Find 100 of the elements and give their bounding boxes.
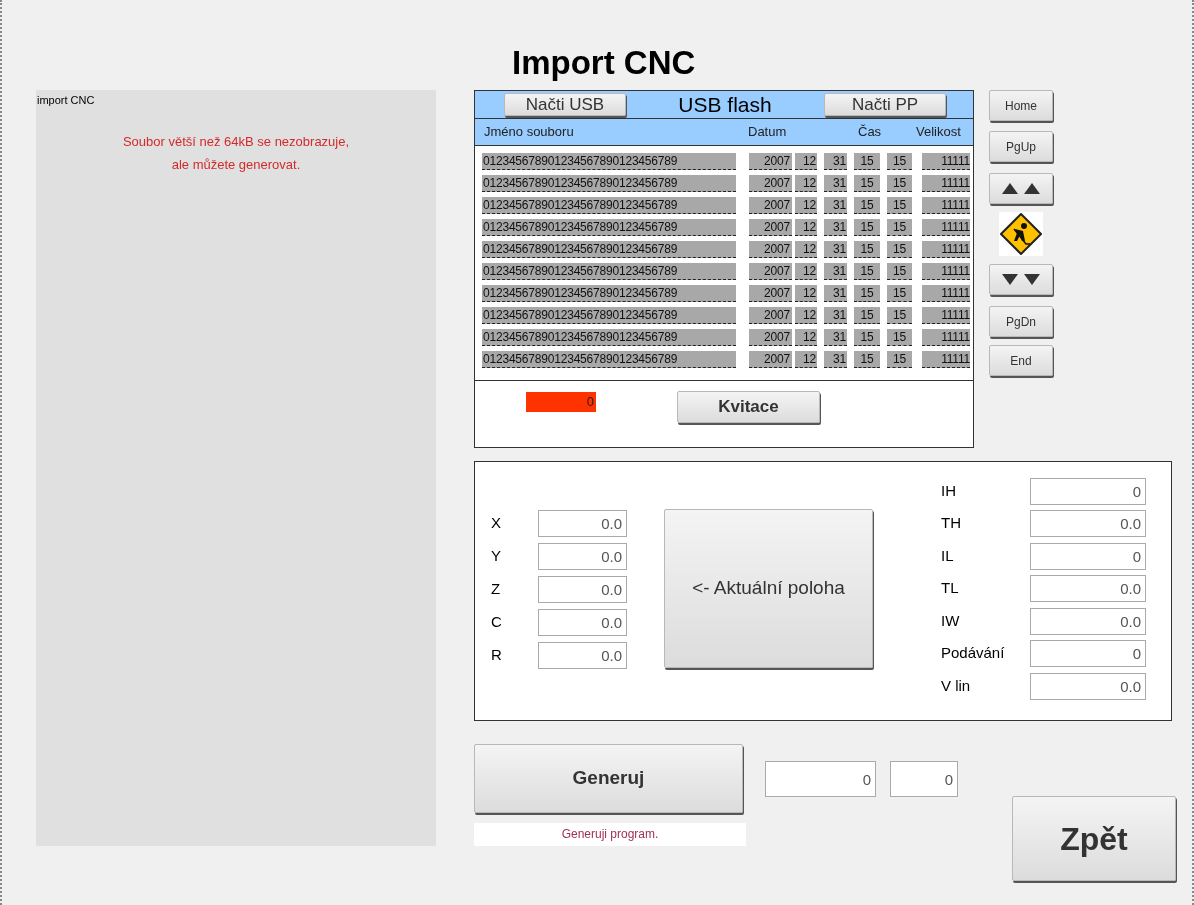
file-cell[interactable]: 11111	[922, 306, 970, 324]
file-cell[interactable]: 15	[887, 196, 912, 214]
file-cell[interactable]: 2007	[749, 152, 792, 170]
axis-label: Z	[491, 578, 502, 599]
file-cell[interactable]: 11111	[922, 284, 970, 302]
file-cell[interactable]: 2007	[749, 240, 792, 258]
input-field[interactable]: 0.0	[538, 641, 627, 669]
page-up-button[interactable]	[989, 173, 1053, 204]
nav-button[interactable]: PgDn	[989, 306, 1053, 337]
load-pp-button[interactable]: Načti PP	[824, 93, 946, 116]
file-cell[interactable]: 31	[824, 218, 847, 236]
file-cell[interactable]: 12	[795, 262, 817, 280]
file-cell[interactable]: 15	[854, 306, 880, 324]
file-cell[interactable]: 012345678901234567890123456789	[482, 350, 736, 368]
nav-button[interactable]: Home	[989, 90, 1053, 121]
file-cell[interactable]: 15	[854, 350, 880, 368]
input-field[interactable]: 0	[890, 761, 958, 797]
file-cell[interactable]: 012345678901234567890123456789	[482, 196, 736, 214]
file-cell[interactable]: 12	[795, 328, 817, 346]
file-cell[interactable]: 11111	[922, 350, 970, 368]
file-cell[interactable]: 31	[824, 174, 847, 192]
input-field[interactable]: 0	[1030, 640, 1146, 667]
generate-button[interactable]: Generuj	[474, 744, 743, 813]
file-cell[interactable]: 15	[854, 240, 880, 258]
file-cell[interactable]: 15	[887, 328, 912, 346]
file-cell[interactable]: 2007	[749, 262, 792, 280]
file-cell[interactable]: 2007	[749, 306, 792, 324]
file-cell[interactable]: 15	[854, 328, 880, 346]
file-cell[interactable]: 12	[795, 152, 817, 170]
file-cell[interactable]: 31	[824, 328, 847, 346]
file-cell[interactable]: 2007	[749, 174, 792, 192]
file-cell[interactable]: 15	[887, 152, 912, 170]
nav-button[interactable]: PgUp	[989, 131, 1053, 162]
input-field[interactable]: 0.0	[1030, 607, 1146, 635]
file-cell[interactable]: 15	[854, 174, 880, 192]
column-header: Datum	[748, 123, 788, 142]
file-cell[interactable]: 31	[824, 284, 847, 302]
file-cell[interactable]: 11111	[922, 328, 970, 346]
input-field[interactable]: 0.0	[538, 542, 627, 570]
file-cell[interactable]: 31	[824, 306, 847, 324]
file-cell[interactable]: 12	[795, 306, 817, 324]
page-down-button[interactable]	[989, 264, 1053, 295]
file-cell[interactable]: 12	[795, 174, 817, 192]
load-usb-button[interactable]: Načti USB	[504, 93, 626, 116]
file-cell[interactable]: 012345678901234567890123456789	[482, 218, 736, 236]
file-cell[interactable]: 15	[887, 262, 912, 280]
file-cell[interactable]: 12	[795, 240, 817, 258]
file-cell[interactable]: 31	[824, 152, 847, 170]
nav-button[interactable]: End	[989, 345, 1053, 376]
file-cell[interactable]: 012345678901234567890123456789	[482, 328, 736, 346]
file-cell[interactable]: 15	[887, 218, 912, 236]
parameter-label: IL	[941, 545, 955, 566]
input-field[interactable]: 0.0	[538, 509, 627, 537]
file-cell[interactable]: 11111	[922, 152, 970, 170]
file-cell[interactable]: 2007	[749, 284, 792, 302]
input-field[interactable]: 0.0	[1030, 672, 1146, 700]
file-cell[interactable]: 12	[795, 218, 817, 236]
file-cell[interactable]: 2007	[749, 218, 792, 236]
file-cell[interactable]: 11111	[922, 240, 970, 258]
file-cell[interactable]: 15	[854, 262, 880, 280]
back-button[interactable]: Zpět	[1012, 796, 1176, 881]
file-cell[interactable]: 2007	[749, 328, 792, 346]
file-cell[interactable]: 15	[887, 306, 912, 324]
input-field[interactable]: 0	[1030, 477, 1146, 505]
file-cell[interactable]: 11111	[922, 174, 970, 192]
file-cell[interactable]: 012345678901234567890123456789	[482, 284, 736, 302]
file-cell[interactable]: 31	[824, 350, 847, 368]
file-cell[interactable]: 11111	[922, 262, 970, 280]
file-cell[interactable]: 31	[824, 196, 847, 214]
file-cell[interactable]: 11111	[922, 218, 970, 236]
file-cell[interactable]: 15	[887, 350, 912, 368]
input-field[interactable]: 0.0	[1030, 575, 1146, 602]
input-field[interactable]: 0	[1030, 542, 1146, 570]
file-cell[interactable]: 012345678901234567890123456789	[482, 306, 736, 324]
file-cell[interactable]: 12	[795, 350, 817, 368]
file-cell[interactable]: 12	[795, 196, 817, 214]
file-cell[interactable]: 12	[795, 284, 817, 302]
file-cell[interactable]: 31	[824, 240, 847, 258]
file-cell[interactable]: 012345678901234567890123456789	[482, 152, 736, 170]
up-triangle-icon	[1002, 183, 1018, 194]
file-cell[interactable]: 15	[887, 240, 912, 258]
acknowledge-button[interactable]: Kvitace	[677, 391, 820, 423]
file-cell[interactable]: 15	[854, 152, 880, 170]
file-cell[interactable]: 012345678901234567890123456789	[482, 174, 736, 192]
file-cell[interactable]: 15	[854, 218, 880, 236]
file-cell[interactable]: 2007	[749, 196, 792, 214]
file-cell[interactable]: 15	[854, 284, 880, 302]
file-cell[interactable]: 012345678901234567890123456789	[482, 240, 736, 258]
input-field[interactable]: 0.0	[538, 575, 627, 603]
file-cell[interactable]: 31	[824, 262, 847, 280]
input-field[interactable]: 0.0	[538, 608, 627, 636]
input-field[interactable]: 0	[765, 761, 876, 797]
file-cell[interactable]: 15	[854, 196, 880, 214]
file-cell[interactable]: 11111	[922, 196, 970, 214]
input-field[interactable]: 0.0	[1030, 510, 1146, 537]
file-cell[interactable]: 2007	[749, 350, 792, 368]
file-cell[interactable]: 15	[887, 284, 912, 302]
file-cell[interactable]: 15	[887, 174, 912, 192]
file-cell[interactable]: 012345678901234567890123456789	[482, 262, 736, 280]
current-position-button[interactable]: <- Aktuální poloha	[664, 509, 873, 668]
